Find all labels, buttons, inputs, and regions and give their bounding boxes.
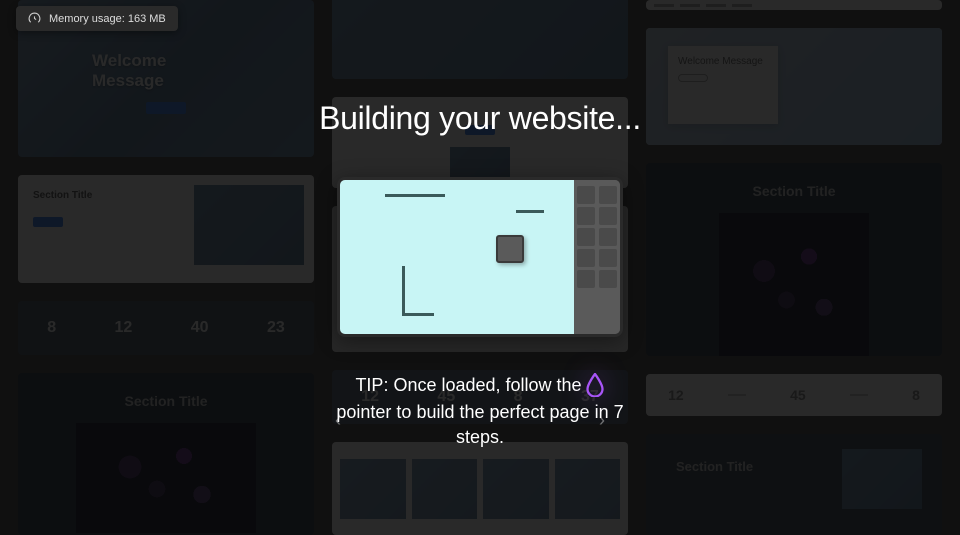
loading-title: Building your website... xyxy=(319,100,641,137)
animation-sidebar-palette xyxy=(574,180,620,334)
speedometer-icon xyxy=(28,12,41,25)
animation-draggable-block xyxy=(496,235,524,263)
memory-usage-badge: Memory usage: 163 MB xyxy=(16,6,178,31)
carousel-next-arrow[interactable]: › xyxy=(599,410,605,431)
loading-tip-text: TIP: Once loaded, follow the pointer to … xyxy=(320,373,640,449)
loading-overlay: Building your website... TIP: Once loade… xyxy=(0,0,960,535)
droplet-pointer-icon xyxy=(585,373,605,397)
animation-canvas-area xyxy=(340,180,574,334)
memory-usage-text: Memory usage: 163 MB xyxy=(49,13,166,25)
loading-animation xyxy=(337,177,623,337)
carousel-prev-arrow[interactable]: ‹ xyxy=(335,410,341,431)
tip-text-before: TIP: Once loaded, follow the xyxy=(355,373,581,397)
tip-text-after: pointer to build the perfect page in 7 s… xyxy=(320,400,640,449)
